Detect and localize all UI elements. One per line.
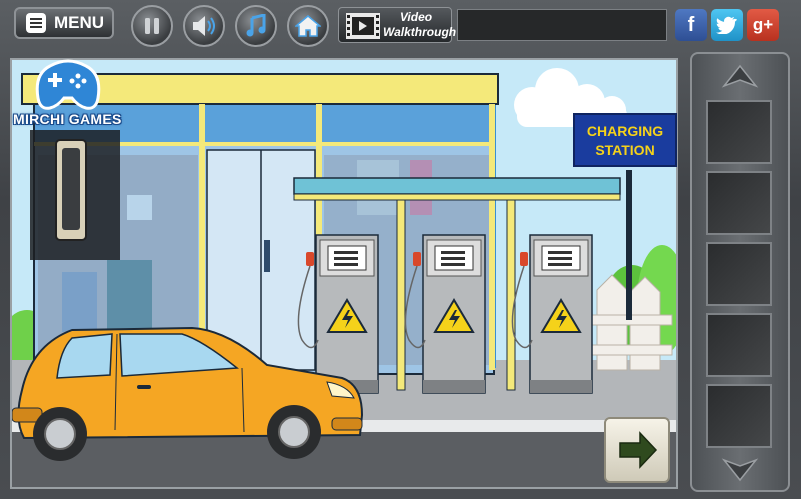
pause-icon — [145, 18, 159, 34]
top-toolbar: MENU Video Walkthrough f g+ — [0, 0, 801, 52]
video-label-line2: Walkthrough — [383, 25, 457, 39]
road — [12, 432, 676, 487]
inventory-panel — [690, 52, 790, 492]
twitter-button[interactable] — [711, 9, 743, 41]
music-icon — [246, 14, 266, 37]
video-walkthrough-button[interactable]: Video Walkthrough — [338, 7, 457, 43]
scroll-up-icon[interactable] — [720, 64, 760, 90]
video-label-line1: Video — [399, 10, 433, 24]
arrow-right-icon — [619, 431, 658, 469]
inventory-slot-2[interactable] — [706, 171, 772, 235]
home-icon — [295, 15, 321, 37]
menu-label: MENU — [54, 13, 105, 32]
charging-plug[interactable] — [520, 252, 528, 266]
home-button[interactable] — [287, 5, 329, 47]
sign-line-1: CHARGING — [586, 123, 664, 139]
status-field — [457, 9, 667, 41]
inventory-slot-1[interactable] — [706, 100, 772, 164]
pause-button[interactable] — [131, 5, 173, 47]
wall-panel[interactable] — [30, 130, 120, 260]
logo-text: MIRCHI GAMES — [13, 111, 122, 127]
door-handle[interactable] — [264, 240, 270, 272]
googleplus-icon: g+ — [752, 15, 774, 34]
charging-plug[interactable] — [306, 252, 314, 266]
charging-plug[interactable] — [413, 252, 421, 266]
menu-icon — [26, 13, 46, 33]
menu-button[interactable]: MENU — [14, 7, 114, 39]
film-icon — [346, 13, 380, 39]
music-button[interactable] — [235, 5, 277, 47]
inventory-slot-5[interactable] — [706, 384, 772, 448]
sound-button[interactable] — [183, 5, 225, 47]
sign-line-2: STATION — [595, 142, 655, 158]
facebook-button[interactable]: f — [675, 9, 707, 41]
scroll-down-icon[interactable] — [720, 456, 760, 482]
sign-pole — [626, 170, 632, 320]
gamepad-icon — [35, 59, 101, 110]
charging-station-sign: CHARGING STATION — [573, 113, 677, 167]
inventory-slot-3[interactable] — [706, 242, 772, 306]
speaker-icon — [193, 16, 215, 36]
facebook-icon: f — [687, 13, 695, 36]
twitter-icon — [716, 16, 738, 34]
mirchi-games-logo[interactable]: MIRCHI GAMES — [10, 58, 128, 134]
next-scene-button[interactable] — [604, 417, 670, 483]
googleplus-button[interactable]: g+ — [747, 9, 779, 41]
inventory-slot-4[interactable] — [706, 313, 772, 377]
